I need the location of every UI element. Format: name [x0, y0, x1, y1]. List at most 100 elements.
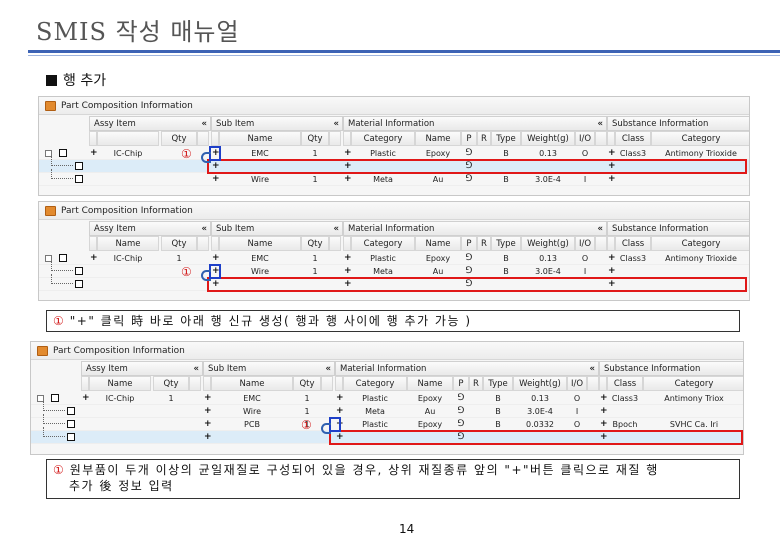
add-substance-row-button[interactable]: +	[600, 392, 608, 405]
edit-material-icon[interactable]: ⅁	[461, 252, 477, 265]
cell-type[interactable]: B	[491, 173, 521, 186]
col-header-assyQty[interactable]: Qty	[153, 376, 189, 391]
cell-sub_qty[interactable]: 1	[293, 405, 321, 418]
cell-mat_cat[interactable]: Meta	[343, 405, 407, 418]
cell-sub_name[interactable]	[211, 431, 293, 444]
row-checkbox[interactable]	[67, 433, 75, 441]
collapse-icon[interactable]: «	[326, 362, 332, 375]
col-header-cat[interactable]: Category	[643, 376, 743, 391]
cell-mat_cat[interactable]: Plastic	[343, 392, 407, 405]
cell-assy_name[interactable]	[89, 418, 151, 431]
collapse-icon[interactable]: «	[194, 362, 200, 375]
group-material[interactable]: Material Information «	[335, 361, 599, 376]
add-sub-row-button[interactable]: +	[212, 173, 220, 186]
cell-mat_name[interactable]: Au	[407, 405, 453, 418]
col-header-weight[interactable]: Weight(g)	[513, 376, 567, 391]
col-header-matName[interactable]: Name	[415, 131, 461, 146]
col-header-subQty[interactable]: Qty	[293, 376, 321, 391]
add-assy-row-button[interactable]: +	[90, 252, 98, 265]
group-sub-item[interactable]: Sub Item «	[211, 221, 343, 236]
col-header-r[interactable]: R	[477, 131, 491, 146]
edit-material-icon[interactable]: ⅁	[453, 392, 469, 405]
col-header-p[interactable]: P	[453, 376, 469, 391]
col-header-cat[interactable]: Category	[651, 131, 749, 146]
cell-type[interactable]: B	[491, 252, 521, 265]
col-header-io[interactable]: I/O	[575, 236, 595, 251]
cell-assy_name[interactable]	[97, 160, 159, 173]
col-header-assyName[interactable]: Name	[97, 236, 159, 251]
row-checkbox[interactable]	[67, 407, 75, 415]
add-substance-row-button[interactable]: +	[608, 173, 616, 186]
col-header-subName[interactable]: Name	[211, 376, 293, 391]
col-header-subName[interactable]: Name	[219, 236, 301, 251]
col-header-matCat[interactable]: Category	[351, 236, 415, 251]
cell-assy_name[interactable]: IC-Chip	[89, 392, 151, 405]
group-substance[interactable]: Substance Information	[607, 116, 749, 131]
cell-sub_class[interactable]	[615, 173, 651, 186]
col-header-p[interactable]: P	[461, 131, 477, 146]
cell-io[interactable]: O	[567, 392, 587, 405]
cell-assy_name[interactable]	[89, 405, 151, 418]
edit-material-icon[interactable]: ⅁	[453, 405, 469, 418]
cell-sub_cat[interactable]	[651, 173, 749, 186]
group-assy-item[interactable]: Assy Item «	[81, 361, 203, 376]
col-header-cls[interactable]: Class	[615, 236, 651, 251]
col-header-assy[interactable]	[97, 131, 159, 146]
cell-sub_qty[interactable]: 1	[301, 173, 329, 186]
col-header-cls[interactable]: Class	[615, 131, 651, 146]
col-header-matIdx[interactable]	[343, 131, 351, 146]
col-header-subName[interactable]: Name	[219, 131, 301, 146]
cell-sub_class[interactable]	[607, 405, 643, 418]
cell-io[interactable]: I	[575, 173, 595, 186]
cell-assy_qty[interactable]	[161, 160, 197, 173]
cell-sub_cat[interactable]: Antimony Triox	[643, 392, 743, 405]
cell-assy_qty[interactable]	[153, 431, 189, 444]
col-header-assyQty[interactable]: Qty	[161, 236, 197, 251]
col-header-subsIdx[interactable]	[607, 131, 615, 146]
cell-sub_name[interactable]: Wire	[211, 405, 293, 418]
cell-weight[interactable]: 3.0E-4	[513, 405, 567, 418]
cell-sub_qty[interactable]: 1	[293, 392, 321, 405]
cell-sub_qty[interactable]: 1	[301, 252, 329, 265]
col-header-assyIdx[interactable]	[89, 131, 97, 146]
group-assy-item[interactable]: Assy Item «	[89, 221, 211, 236]
add-material-row-button[interactable]: +	[336, 392, 344, 405]
add-sub-row-button[interactable]: +	[204, 418, 212, 431]
cell-assy_name[interactable]: IC-Chip	[97, 147, 159, 160]
cell-assy_qty[interactable]	[153, 418, 189, 431]
cell-mat_name[interactable]: Epoxy	[415, 252, 461, 265]
row-checkbox[interactable]	[75, 175, 83, 183]
col-header-type[interactable]: Type	[491, 236, 521, 251]
collapse-icon[interactable]: «	[334, 117, 340, 130]
cell-sub_name[interactable]: EMC	[219, 252, 301, 265]
edit-material-icon[interactable]: ⅁	[461, 173, 477, 186]
cell-io[interactable]: I	[567, 405, 587, 418]
row-checkbox[interactable]	[75, 267, 83, 275]
col-header-assyName[interactable]: Name	[89, 376, 151, 391]
col-header-matIdx[interactable]	[335, 376, 343, 391]
add-sub-row-button[interactable]: +	[204, 405, 212, 418]
col-header-type[interactable]: Type	[491, 131, 521, 146]
cell-weight[interactable]: 0.13	[521, 252, 575, 265]
col-header-subIdx[interactable]	[211, 131, 219, 146]
cell-assy_qty[interactable]: 1	[161, 252, 197, 265]
collapse-icon[interactable]: «	[202, 117, 208, 130]
col-header-r[interactable]: R	[477, 236, 491, 251]
col-header-subsIdx[interactable]	[607, 236, 615, 251]
col-header-subsIdx[interactable]	[599, 376, 607, 391]
col-header-io[interactable]: I/O	[575, 131, 595, 146]
cell-sub_qty[interactable]	[293, 431, 321, 444]
col-header-matName[interactable]: Name	[407, 376, 453, 391]
cell-weight[interactable]: 0.13	[513, 392, 567, 405]
cell-mat_cat[interactable]: Plastic	[351, 252, 415, 265]
cell-sub_cat[interactable]: Antimony Trioxide	[651, 252, 749, 265]
cell-type[interactable]: B	[483, 405, 513, 418]
col-header-matName[interactable]: Name	[415, 236, 461, 251]
cell-sub_name[interactable]: Wire	[219, 173, 301, 186]
add-material-row-button[interactable]: +	[344, 173, 352, 186]
cell-assy_name[interactable]	[97, 265, 159, 278]
cell-sub_class[interactable]: Class3	[607, 392, 643, 405]
add-sub-row-button[interactable]: +	[204, 431, 212, 444]
col-header-type[interactable]: Type	[483, 376, 513, 391]
col-header-r[interactable]: R	[469, 376, 483, 391]
